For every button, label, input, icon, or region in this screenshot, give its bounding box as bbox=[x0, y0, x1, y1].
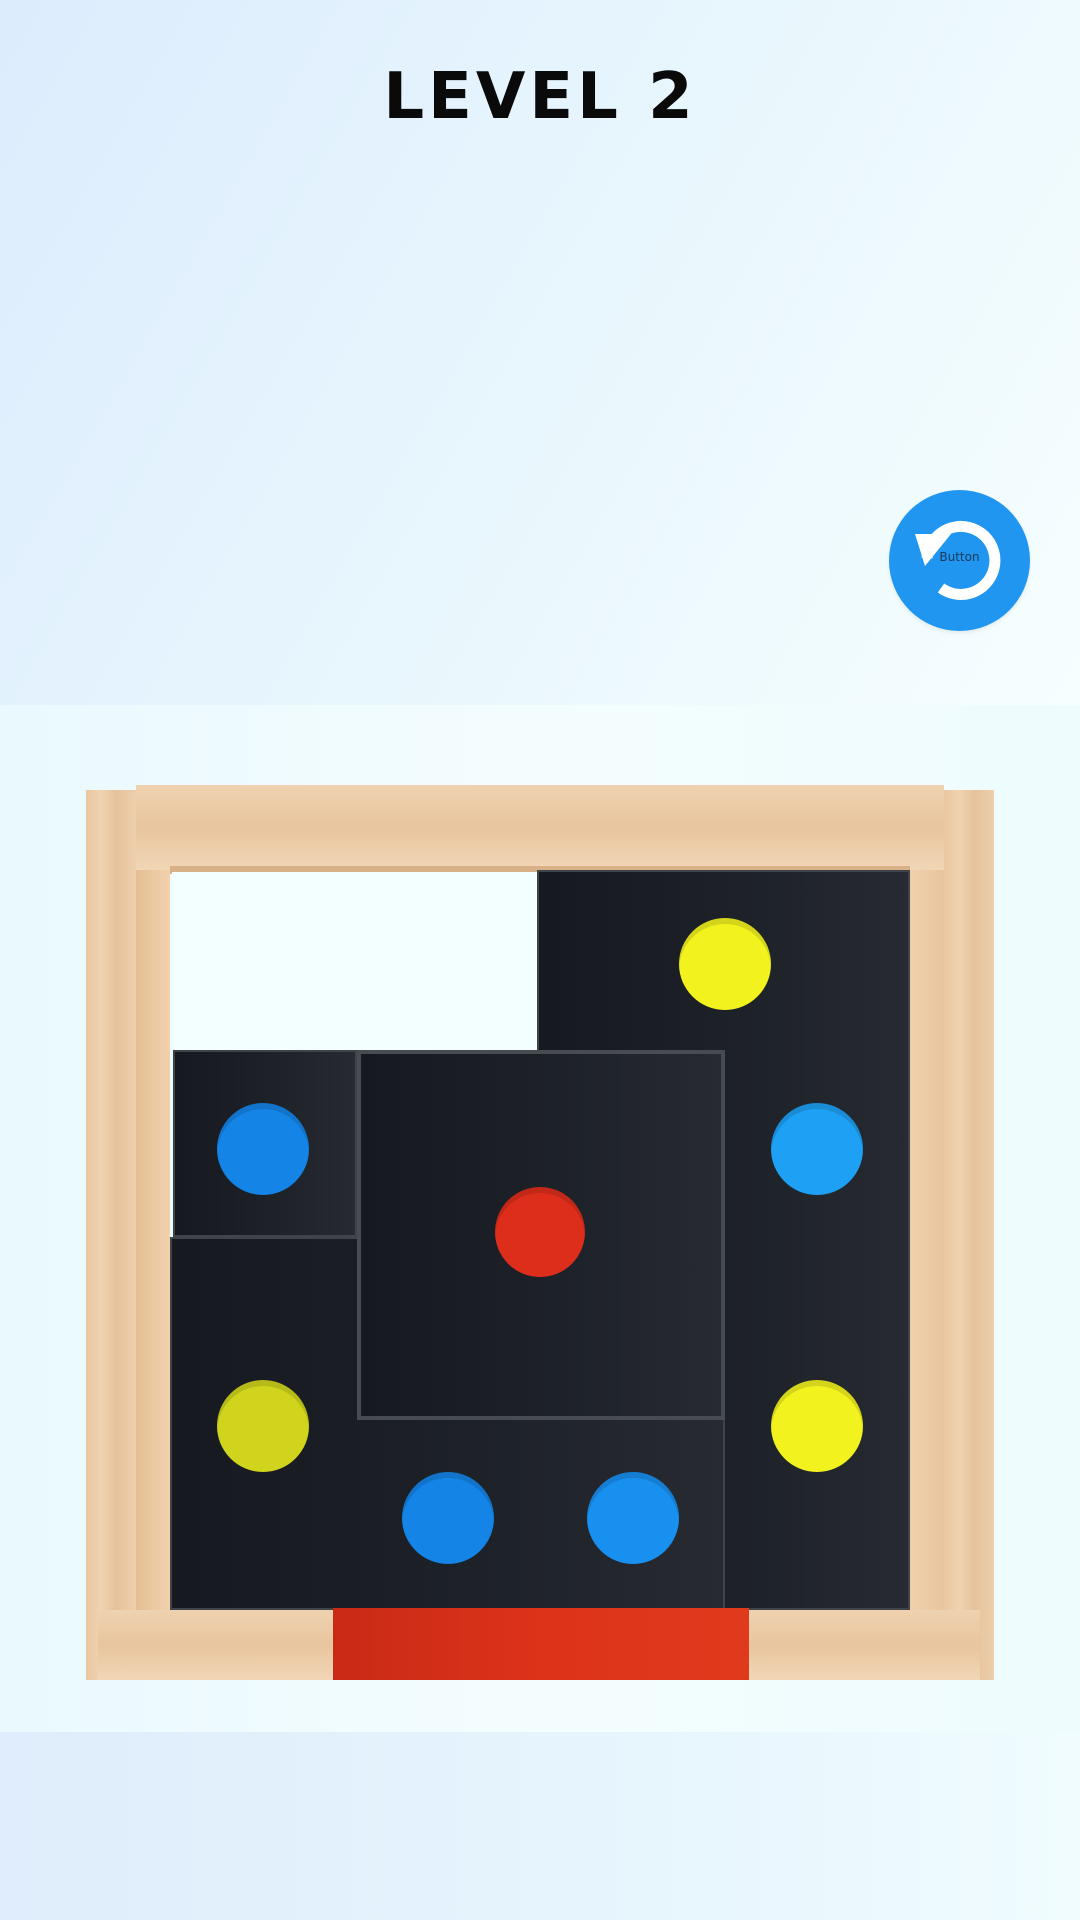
red-exit-gate bbox=[333, 1608, 749, 1680]
frame-right bbox=[944, 790, 994, 1680]
restart-button[interactable]: Button bbox=[889, 490, 1030, 631]
dot-red bbox=[495, 1187, 585, 1277]
frame-inner-left bbox=[136, 870, 170, 1610]
frame-top bbox=[136, 785, 944, 870]
restart-button-label: Button bbox=[939, 550, 980, 564]
dot-blue bbox=[587, 1472, 679, 1564]
dot-light-blue bbox=[771, 1103, 863, 1195]
empty-cell bbox=[172, 872, 537, 1052]
frame-left bbox=[86, 790, 136, 1680]
dot-olive-yellow bbox=[217, 1380, 309, 1472]
dot-blue bbox=[217, 1103, 309, 1195]
dot-yellow bbox=[771, 1380, 863, 1472]
dot-blue bbox=[402, 1472, 494, 1564]
dot-yellow bbox=[679, 918, 771, 1010]
level-title: LEVEL 2 bbox=[383, 60, 697, 134]
frame-inner-right bbox=[910, 870, 944, 1610]
bottom-background bbox=[0, 1732, 1080, 1920]
